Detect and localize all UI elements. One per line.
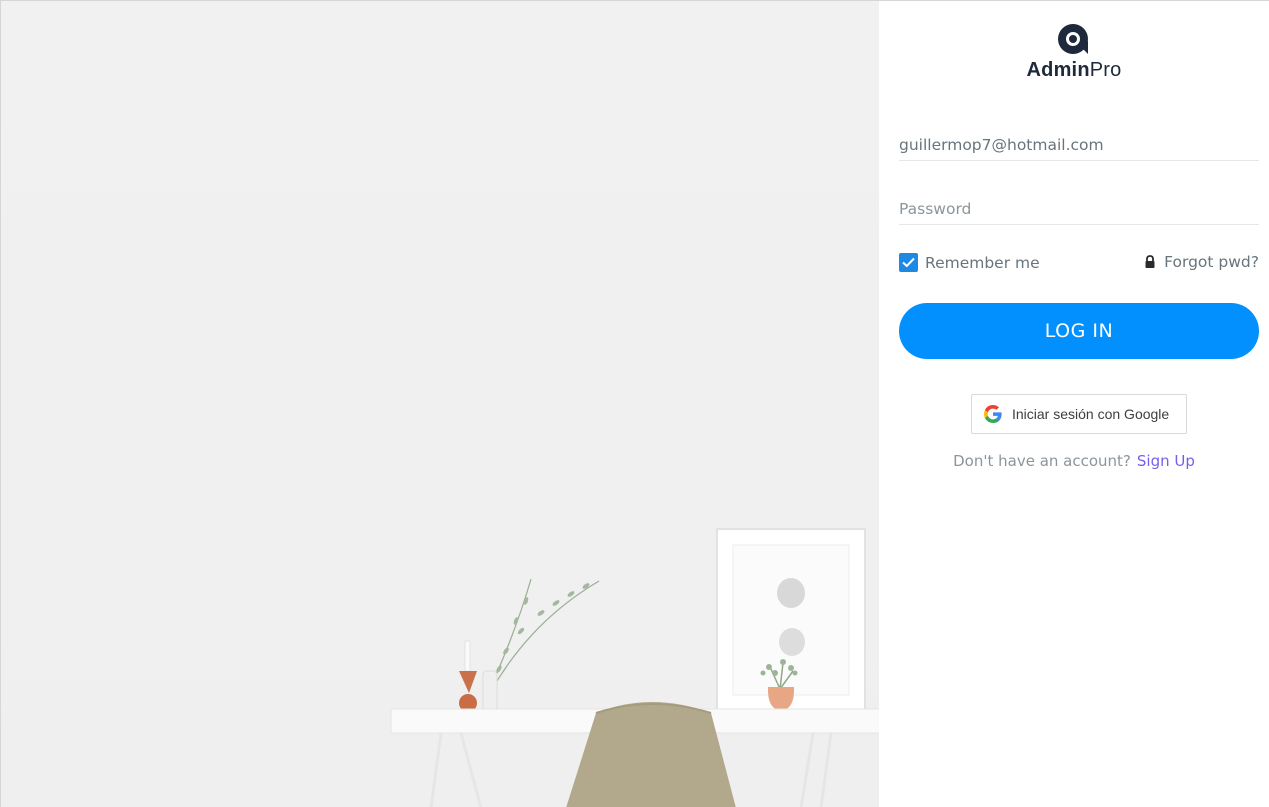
background-image bbox=[0, 0, 879, 807]
forgot-password-label: Forgot pwd? bbox=[1164, 253, 1259, 271]
signup-link[interactable]: Sign Up bbox=[1137, 452, 1195, 470]
lock-icon bbox=[1145, 255, 1155, 268]
signup-prompt-text: Don't have an account? bbox=[953, 452, 1131, 470]
password-field[interactable] bbox=[899, 193, 1259, 225]
login-panel: AdminPro Remember me Forgot pwd? LOG IN bbox=[879, 0, 1269, 807]
google-signin-label: Iniciar sesión con Google bbox=[1012, 406, 1170, 422]
desk-scene-illustration bbox=[390, 528, 879, 807]
google-icon bbox=[984, 405, 1002, 423]
brand-logo[interactable]: AdminPro bbox=[879, 23, 1269, 82]
checkbox-checked-icon[interactable] bbox=[899, 253, 918, 272]
brand-name-light: Pro bbox=[1089, 59, 1122, 81]
google-signin-button[interactable]: Iniciar sesión con Google bbox=[971, 394, 1187, 434]
brand-name-bold: Admin bbox=[1026, 59, 1090, 81]
forgot-password-link[interactable]: Forgot pwd? bbox=[1144, 253, 1259, 271]
adminpro-logo-icon bbox=[1058, 24, 1088, 54]
login-page: AdminPro Remember me Forgot pwd? LOG IN bbox=[0, 0, 1269, 807]
brand-name: AdminPro bbox=[879, 59, 1269, 82]
signup-prompt: Don't have an account? Sign Up bbox=[879, 452, 1269, 470]
email-field[interactable] bbox=[899, 129, 1259, 161]
login-button[interactable]: LOG IN bbox=[899, 303, 1259, 359]
remember-me-label: Remember me bbox=[925, 253, 1040, 272]
remember-me-checkbox[interactable]: Remember me bbox=[899, 253, 1040, 272]
